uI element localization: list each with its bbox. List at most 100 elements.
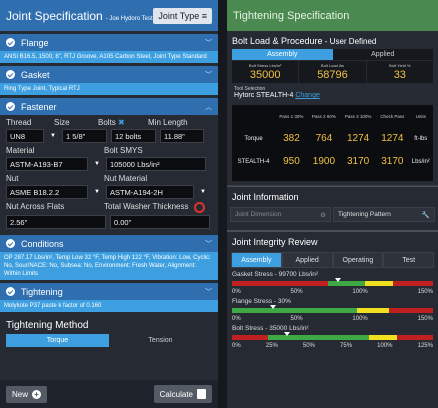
size-input[interactable]: 1 5/8" [61,129,107,143]
alert-circle-icon [194,202,206,213]
table-row: STEALTH-4 950 1900 3170 3170 Lbs/in² [237,156,430,167]
chevron-up-icon: ︿ [205,103,212,111]
chevron-down-icon[interactable]: ▼ [92,157,102,171]
bolt-stats: Bolt Stress Lbs/in² 35000 Bolt Load lbs 58… [232,61,433,83]
thread-select[interactable]: UN8 [6,129,44,143]
joint-information-title: Joint Information [227,186,438,207]
check-circle-icon [6,102,15,111]
stat-bolt-yield: Bolt Yield % 33 [366,61,433,83]
gauge-bar [232,278,433,286]
tab-applied[interactable]: Applied [281,252,333,268]
gauge-bar [232,305,433,313]
flange-summary: ANSI B16.5, 1500, 8", RTJ Groove, A105 C… [0,51,218,63]
bolt-stress-gauge: Bolt Stress - 35000 Lbs/in² 0% 25% 50% 75% 1… [232,325,433,349]
chevron-down-icon[interactable]: ▼ [92,185,102,199]
check-circle-icon [6,38,15,47]
joint-spec-header: Joint Specification - Joe Hydoro Test Joi… [0,0,218,31]
section-conditions[interactable]: Conditions ﹀ [0,235,218,252]
pass-header: Pass 3 100% [344,113,372,119]
gauge-bar [232,332,433,340]
section-flange[interactable]: Flange ﹀ [0,34,218,51]
tightening-method-title: Tightening Method [0,312,218,334]
tab-test[interactable]: Test [383,252,434,268]
thread-label: Thread [6,118,32,127]
bolt-load-procedure-title: Bolt Load & Procedure - User Defined [232,36,377,46]
pass-header: Check Pass [380,113,405,119]
tab-operating[interactable]: Operating [332,252,384,268]
integrity-tabs: Assembly Applied Operating Test [231,252,434,268]
chevron-down-icon: ﹀ [205,288,212,296]
gasket-stress-gauge: Gasket Stress - 99700 Lbs/in² 0% 50% 100% 1… [232,271,433,295]
chevron-down-icon: ﹀ [205,71,212,79]
table-row: Torque 382 764 1274 1274 ft-lbs [244,133,428,144]
min-length-label: Min Length [148,118,188,127]
bolt-load-tabs: Assembly Applied [232,49,433,60]
wrench-icon: 🔧 [421,211,430,219]
method-tension-option[interactable]: Tension [109,334,212,347]
tightening-summary: Molykote P37 paste k factor of 0.160 [0,300,218,312]
tightening-method-toggle: Torque Tension [6,334,212,347]
left-footer: New + Calculate [0,380,218,408]
joint-integrity-title: Joint Integrity Review [227,231,438,252]
bolt-smys-label: Bolt SMYS [104,146,143,155]
nut-material-label: Nut Material [104,174,148,183]
chevron-down-icon: ﹀ [205,39,212,47]
conditions-summary: OP 287.17 Lbs/in², Temp Low 32 °F, Temp … [0,252,218,280]
check-circle-icon [6,70,15,79]
gear-icon: ⚙ [320,211,326,219]
pass-header: Pass 1 30% [279,113,304,119]
method-torque-option[interactable]: Torque [6,334,109,347]
close-icon: ✖ [118,118,125,127]
joint-dimension-button[interactable]: Joint Dimension ⚙ [230,207,331,222]
calculate-button[interactable]: Calculate [153,385,212,403]
tightening-pattern-button[interactable]: Tightening Pattern 🔧 [333,207,435,222]
nut-select[interactable]: ASME B18.2.2 [6,185,88,199]
chevron-down-icon[interactable]: ▼ [48,129,58,143]
tab-assembly[interactable]: Assembly [231,252,282,268]
section-tightening[interactable]: Tightening ﹀ [0,283,218,300]
joint-type-button[interactable]: Joint Type ≡ [153,7,212,24]
gauge-marker [284,332,291,336]
flange-stress-gauge: Flange Stress - 30% 0% 50% 100% 150% [232,298,433,322]
app-root: Joint Specification - Joe Hydoro Test Joi… [0,0,438,408]
size-label: Size [54,118,70,127]
bolts-input[interactable]: 12 bolts [110,129,156,143]
nut-across-flats-label: Nut Across Flats [6,202,65,211]
panel-divider[interactable] [218,0,227,408]
joint-integrity-review: Joint Integrity Review Assembly Applied … [227,230,438,349]
stat-bolt-stress: Bolt Stress Lbs/in² 35000 [232,61,299,83]
stat-bolt-load: Bolt Load lbs 58796 [299,61,366,83]
gauge-marker [334,278,341,282]
nut-across-flats-input[interactable]: 2.56" [6,215,106,229]
check-circle-icon [6,287,15,296]
tightening-specification-panel: Tightening Specification Bolt Load & Pro… [227,0,438,408]
total-washer-thickness-input[interactable]: 0.00" [110,215,210,229]
gasket-summary: Ring Type Joint, Typical RTJ [0,83,218,95]
tab-assembly[interactable]: Assembly [232,49,333,60]
pass-table: Pass 1 30% Pass 2 60% Pass 3 100% Check … [232,105,433,181]
check-circle-icon [6,239,15,248]
total-washer-thickness-label: Total Washer Thickness [104,202,189,211]
chevron-down-icon: ﹀ [205,240,212,248]
section-gasket[interactable]: Gasket ﹀ [0,66,218,83]
joint-information: Joint Information Joint Dimension ⚙ Tight… [227,185,438,224]
joint-specification-panel: Joint Specification - Joe Hydoro Test Joi… [0,0,218,408]
bolt-smys-input[interactable]: 105000 Lbs/in² [105,157,206,171]
tab-applied[interactable]: Applied [332,49,433,60]
nut-material-select[interactable]: ASTM-A194-2H [105,185,194,199]
material-select[interactable]: ASTM-A193-B7 [6,157,88,171]
material-label: Material [6,146,35,155]
plus-icon: + [32,389,42,399]
tool-selection-value: Hytorc STEALTH-4 Change [234,92,320,99]
joint-spec-title: Joint Specification - Joe Hydoro Test [6,8,153,23]
section-fastener[interactable]: Fastener ︿ [0,98,218,115]
bolts-label: Bolts ✖ [98,118,125,127]
chevron-down-icon[interactable]: ▼ [198,185,208,199]
change-tool-link[interactable]: Change [295,92,320,99]
pass-header [232,105,275,127]
nut-label: Nut [6,174,19,183]
tightening-spec-title: Tightening Specification [227,0,438,31]
new-button[interactable]: New + [6,385,48,403]
min-length-input[interactable]: 11.88" [159,129,204,143]
menu-icon: ≡ [201,10,207,21]
